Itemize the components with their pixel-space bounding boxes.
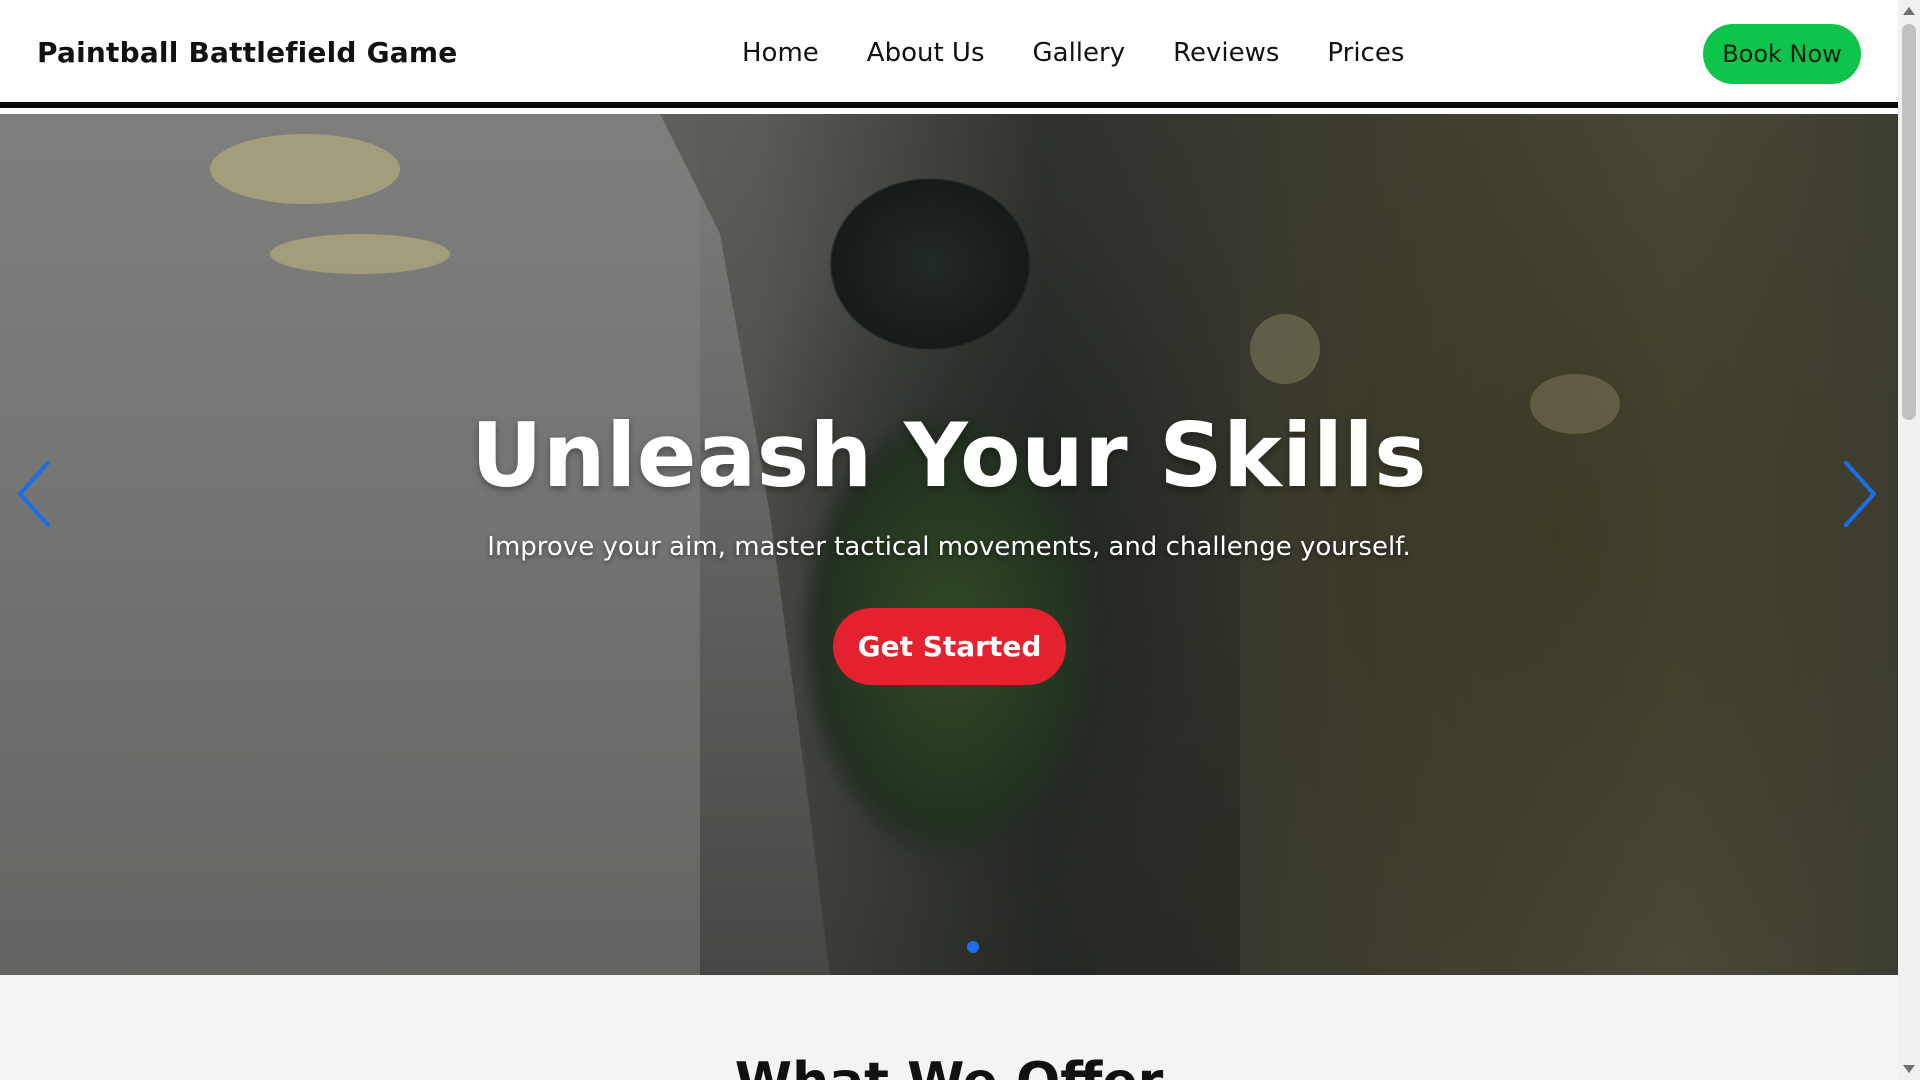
triangle-up-icon xyxy=(1903,7,1915,15)
nav-link-reviews[interactable]: Reviews xyxy=(1173,38,1279,68)
hero-subtitle: Improve your aim, master tactical moveme… xyxy=(487,532,1411,562)
main-nav: Home About Us Gallery Reviews Prices xyxy=(742,38,1452,68)
hero-slider: Unleash Your Skills Improve your aim, ma… xyxy=(0,114,1898,975)
slider-next-button[interactable] xyxy=(1838,454,1882,534)
book-now-button[interactable]: Book Now xyxy=(1703,24,1861,84)
slider-prev-button[interactable] xyxy=(12,454,56,534)
get-started-button[interactable]: Get Started xyxy=(833,608,1066,685)
scrollbar-thumb[interactable] xyxy=(1902,24,1916,420)
scroll-up-button[interactable] xyxy=(1898,0,1920,22)
nav-link-about-us[interactable]: About Us xyxy=(867,38,985,68)
nav-link-gallery[interactable]: Gallery xyxy=(1033,38,1126,68)
triangle-down-icon xyxy=(1903,1065,1915,1073)
slider-dot-active[interactable] xyxy=(967,941,979,953)
nav-link-home[interactable]: Home xyxy=(742,38,819,68)
chevron-right-icon xyxy=(1844,461,1876,527)
hero-title: Unleash Your Skills xyxy=(470,404,1428,507)
page-scrollbar[interactable] xyxy=(1898,0,1920,1080)
nav-link-prices[interactable]: Prices xyxy=(1327,38,1404,68)
offer-section-title: What We Offer xyxy=(0,1052,1898,1080)
brand-logo-text[interactable]: Paintball Battlefield Game xyxy=(37,36,457,69)
page: Paintball Battlefield Game Home About Us… xyxy=(0,0,1920,1080)
chevron-left-icon xyxy=(18,461,50,527)
site-header: Paintball Battlefield Game Home About Us… xyxy=(0,0,1898,108)
scroll-down-button[interactable] xyxy=(1898,1058,1920,1080)
offer-section: What We Offer xyxy=(0,975,1898,1080)
